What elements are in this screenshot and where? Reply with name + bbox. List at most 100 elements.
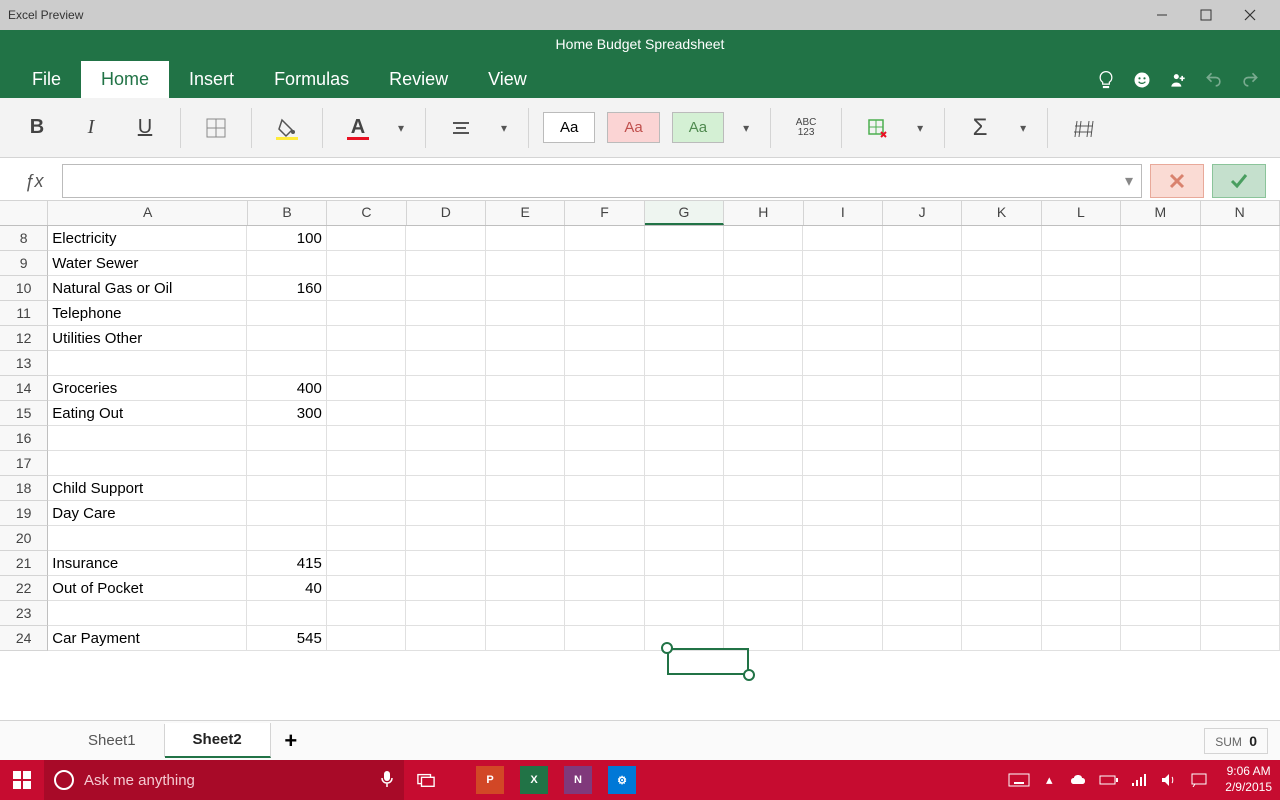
cell[interactable] <box>1201 601 1280 626</box>
cell[interactable] <box>883 301 962 326</box>
action-center-icon[interactable] <box>1187 773 1211 787</box>
cell[interactable] <box>962 326 1041 351</box>
cell[interactable] <box>406 301 485 326</box>
cell[interactable] <box>327 376 406 401</box>
cell[interactable] <box>565 276 644 301</box>
cell[interactable] <box>1201 626 1280 651</box>
cell[interactable] <box>645 451 724 476</box>
cell[interactable] <box>803 326 882 351</box>
cell[interactable] <box>565 376 644 401</box>
cell[interactable] <box>1201 476 1280 501</box>
cell[interactable] <box>803 576 882 601</box>
cell[interactable] <box>1201 226 1280 251</box>
cell[interactable] <box>645 351 724 376</box>
align-dropdown[interactable]: ▾ <box>492 121 516 135</box>
cell[interactable] <box>1201 276 1280 301</box>
cell[interactable] <box>1201 251 1280 276</box>
cell[interactable] <box>724 526 803 551</box>
cell[interactable] <box>565 251 644 276</box>
insert-cells-dropdown[interactable]: ▾ <box>908 121 932 135</box>
cell[interactable] <box>486 376 565 401</box>
cell[interactable]: Telephone <box>48 301 247 326</box>
cell[interactable] <box>486 601 565 626</box>
cell[interactable] <box>724 501 803 526</box>
cell[interactable] <box>803 276 882 301</box>
cell[interactable] <box>724 401 803 426</box>
cell[interactable] <box>883 351 962 376</box>
cell[interactable] <box>486 326 565 351</box>
cell[interactable] <box>247 526 326 551</box>
column-header-J[interactable]: J <box>883 201 962 225</box>
cell[interactable] <box>327 526 406 551</box>
cell[interactable] <box>247 451 326 476</box>
cell[interactable] <box>645 501 724 526</box>
cell[interactable] <box>486 576 565 601</box>
row-header[interactable]: 23 <box>0 601 48 626</box>
font-color-button[interactable]: A <box>335 106 381 150</box>
underline-button[interactable]: U <box>122 106 168 150</box>
cell[interactable] <box>327 301 406 326</box>
cell[interactable] <box>486 451 565 476</box>
cell[interactable] <box>1201 451 1280 476</box>
cell[interactable] <box>247 501 326 526</box>
cell[interactable] <box>486 426 565 451</box>
cell[interactable] <box>565 526 644 551</box>
row-header[interactable]: 17 <box>0 451 48 476</box>
cell-style-dropdown[interactable]: ▾ <box>734 121 758 135</box>
cell[interactable] <box>327 326 406 351</box>
autosum-button[interactable]: Σ <box>957 106 1003 150</box>
cell[interactable] <box>486 351 565 376</box>
tab-insert[interactable]: Insert <box>169 61 254 98</box>
row-header[interactable]: 16 <box>0 426 48 451</box>
row-header[interactable]: 22 <box>0 576 48 601</box>
redo-icon[interactable] <box>1232 62 1268 98</box>
tab-view[interactable]: View <box>468 61 547 98</box>
row-header[interactable]: 19 <box>0 501 48 526</box>
cell[interactable] <box>406 626 485 651</box>
start-button[interactable] <box>0 760 44 800</box>
fill-color-button[interactable] <box>264 106 310 150</box>
cell[interactable] <box>565 326 644 351</box>
volume-icon[interactable] <box>1157 773 1181 787</box>
cell[interactable] <box>883 276 962 301</box>
cell[interactable]: 160 <box>247 276 326 301</box>
taskbar-app-onenote[interactable]: N <box>556 760 600 800</box>
close-button[interactable] <box>1228 0 1272 30</box>
cell[interactable] <box>565 226 644 251</box>
cell[interactable] <box>406 501 485 526</box>
cell[interactable] <box>327 576 406 601</box>
cell[interactable] <box>803 476 882 501</box>
cell[interactable] <box>962 251 1041 276</box>
cell[interactable] <box>406 576 485 601</box>
cell[interactable] <box>803 351 882 376</box>
insert-cells-button[interactable] <box>854 106 900 150</box>
cell[interactable] <box>1042 626 1121 651</box>
cell[interactable]: 400 <box>247 376 326 401</box>
cell[interactable] <box>1042 601 1121 626</box>
cell[interactable] <box>1042 551 1121 576</box>
cell[interactable] <box>883 401 962 426</box>
cell[interactable] <box>962 226 1041 251</box>
cell[interactable] <box>883 551 962 576</box>
cell[interactable] <box>1121 526 1200 551</box>
minimize-button[interactable] <box>1140 0 1184 30</box>
cell[interactable] <box>48 426 247 451</box>
cell[interactable] <box>406 226 485 251</box>
cell[interactable] <box>1042 576 1121 601</box>
cell[interactable] <box>962 426 1041 451</box>
cell[interactable] <box>883 526 962 551</box>
cell[interactable] <box>883 476 962 501</box>
cell[interactable] <box>565 301 644 326</box>
cell[interactable] <box>327 251 406 276</box>
sheet-tab-2[interactable]: Sheet2 <box>165 723 271 758</box>
cell[interactable] <box>883 601 962 626</box>
cell[interactable] <box>1042 501 1121 526</box>
cell[interactable] <box>803 501 882 526</box>
cell[interactable] <box>406 601 485 626</box>
cell-style-good[interactable]: Aa <box>672 112 724 143</box>
cell[interactable] <box>1121 476 1200 501</box>
cell[interactable] <box>1201 301 1280 326</box>
cell[interactable] <box>1121 551 1200 576</box>
formula-input[interactable]: ▾ <box>62 164 1142 198</box>
cell[interactable] <box>962 451 1041 476</box>
